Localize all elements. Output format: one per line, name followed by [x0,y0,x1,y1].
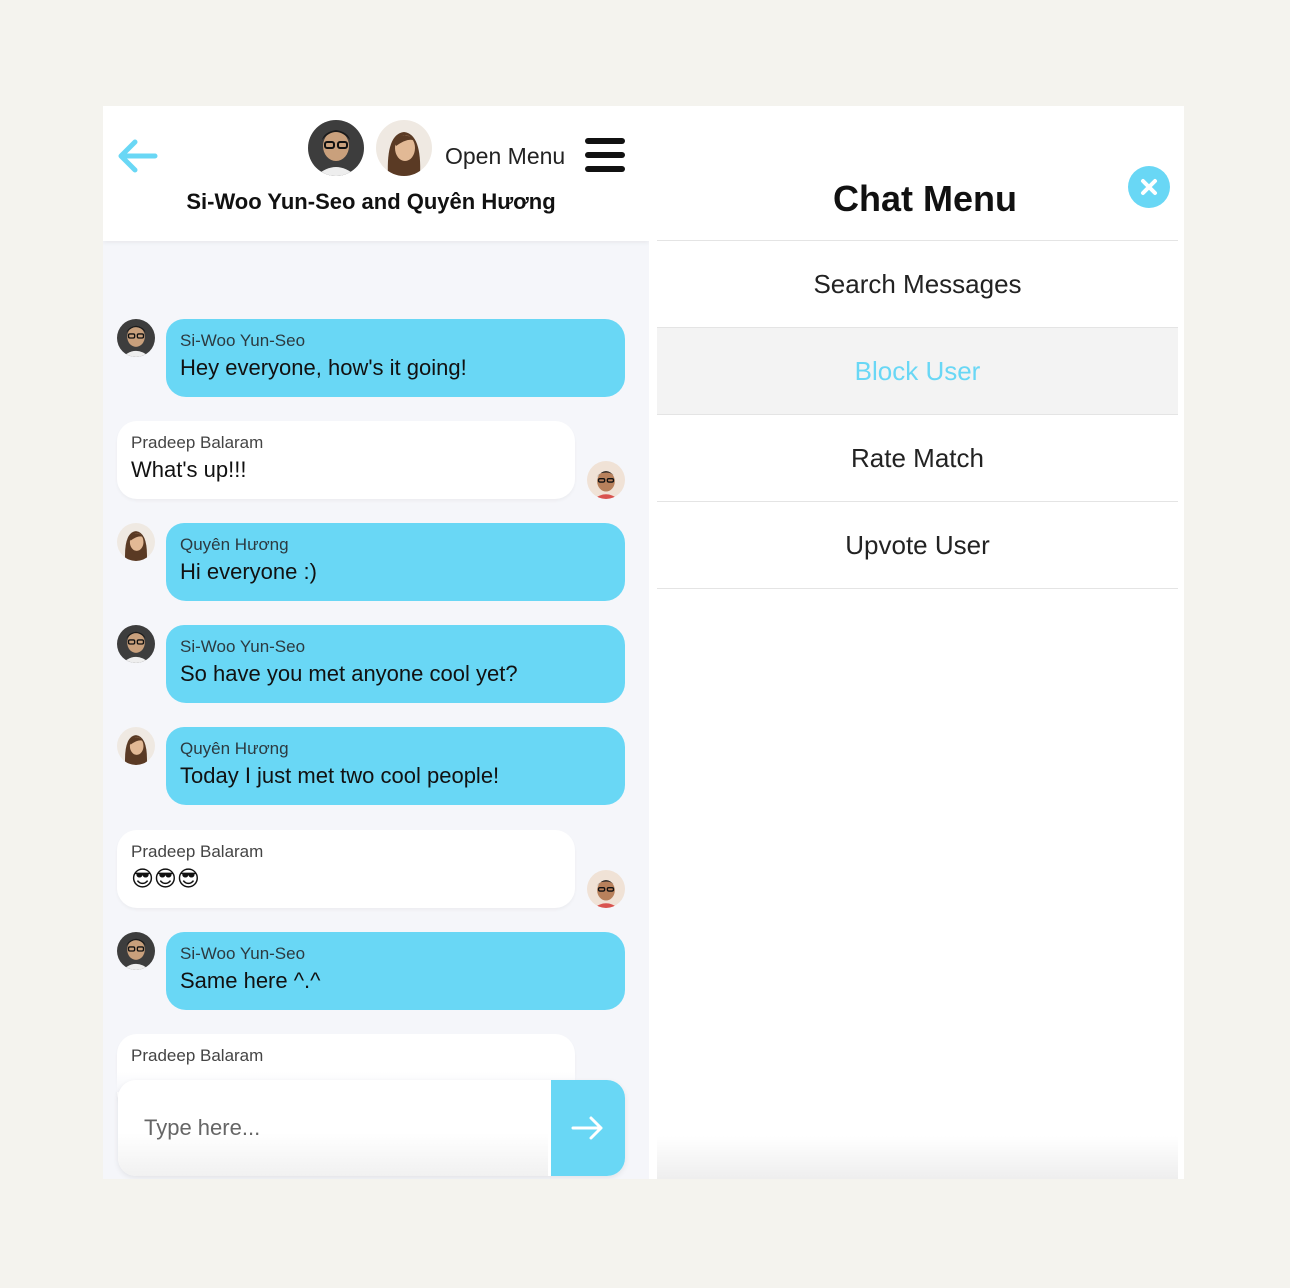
message-sender: Quyên Hương [180,739,289,758]
message-bubble: Pradeep Balaram 😎😎😎 [117,830,575,908]
arrow-left-icon [118,139,158,173]
chat-menu-panel: Chat Menu Search Messages Block User Rat… [657,106,1178,1179]
message-composer [118,1080,625,1176]
menu-item-search-messages[interactable]: Search Messages [657,240,1178,327]
avatar-si-woo[interactable] [308,120,364,176]
chat-title: Si-Woo Yun-Seo and Quyên Hương [186,189,556,214]
message-input[interactable] [118,1080,548,1176]
close-button[interactable] [1128,166,1170,208]
menu-title: Chat Menu [833,178,1017,219]
chat-panel: Open Menu Si-Woo Yun-Seo and Quyên Hương… [103,106,649,1179]
message-sender: Quyên Hương [180,535,289,554]
message-text: Hey everyone, how's it going! [180,355,467,380]
message-sender: Si-Woo Yun-Seo [180,944,306,963]
message-sender: Pradeep Balaram [131,433,264,452]
avatar-quyen[interactable] [376,120,432,176]
message-text: So have you met anyone cool yet? [180,661,518,686]
message-sender: Pradeep Balaram [131,842,264,861]
avatar[interactable] [117,319,155,357]
message-bubble: Si-Woo Yun-Seo So have you met anyone co… [166,625,625,703]
message-sender: Si-Woo Yun-Seo [180,637,306,656]
message-text: Hi everyone :) [180,559,317,584]
avatar[interactable] [117,625,155,663]
avatar[interactable] [587,870,625,908]
avatar[interactable] [587,461,625,499]
close-icon [1141,179,1157,195]
avatar[interactable] [117,523,155,561]
message-bubble: Si-Woo Yun-Seo Same here ^.^ [166,932,625,1010]
message-text: Same here ^.^ [180,968,321,993]
avatar[interactable] [117,932,155,970]
message-sender: Si-Woo Yun-Seo [180,331,306,350]
menu-list: Search Messages Block User Rate Match Up… [657,240,1178,589]
hamburger-icon[interactable] [585,136,627,174]
message-text: What's up!!! [131,457,247,482]
message-bubble: Si-Woo Yun-Seo Hey everyone, how's it go… [166,319,625,397]
message-text: 😎😎😎 [131,866,200,891]
avatar[interactable] [117,727,155,765]
send-button[interactable] [551,1080,625,1176]
open-menu-label[interactable]: Open Menu [445,143,565,170]
arrow-right-icon [571,1116,603,1140]
message-bubble: Quyên Hương Hi everyone :) [166,523,625,601]
menu-item-upvote-user[interactable]: Upvote User [657,501,1178,589]
menu-item-rate-match[interactable]: Rate Match [657,414,1178,501]
back-button[interactable] [115,136,159,176]
menu-item-block-user[interactable]: Block User [657,327,1178,414]
message-sender: Pradeep Balaram [131,1046,264,1065]
message-text: Today I just met two cool people! [180,763,500,788]
message-bubble: Quyên Hương Today I just met two cool pe… [166,727,625,805]
message-bubble: Pradeep Balaram What's up!!! [117,421,575,499]
chat-header: Open Menu Si-Woo Yun-Seo and Quyên Hương [103,106,649,241]
app-frame: Open Menu Si-Woo Yun-Seo and Quyên Hương… [103,106,1184,1179]
